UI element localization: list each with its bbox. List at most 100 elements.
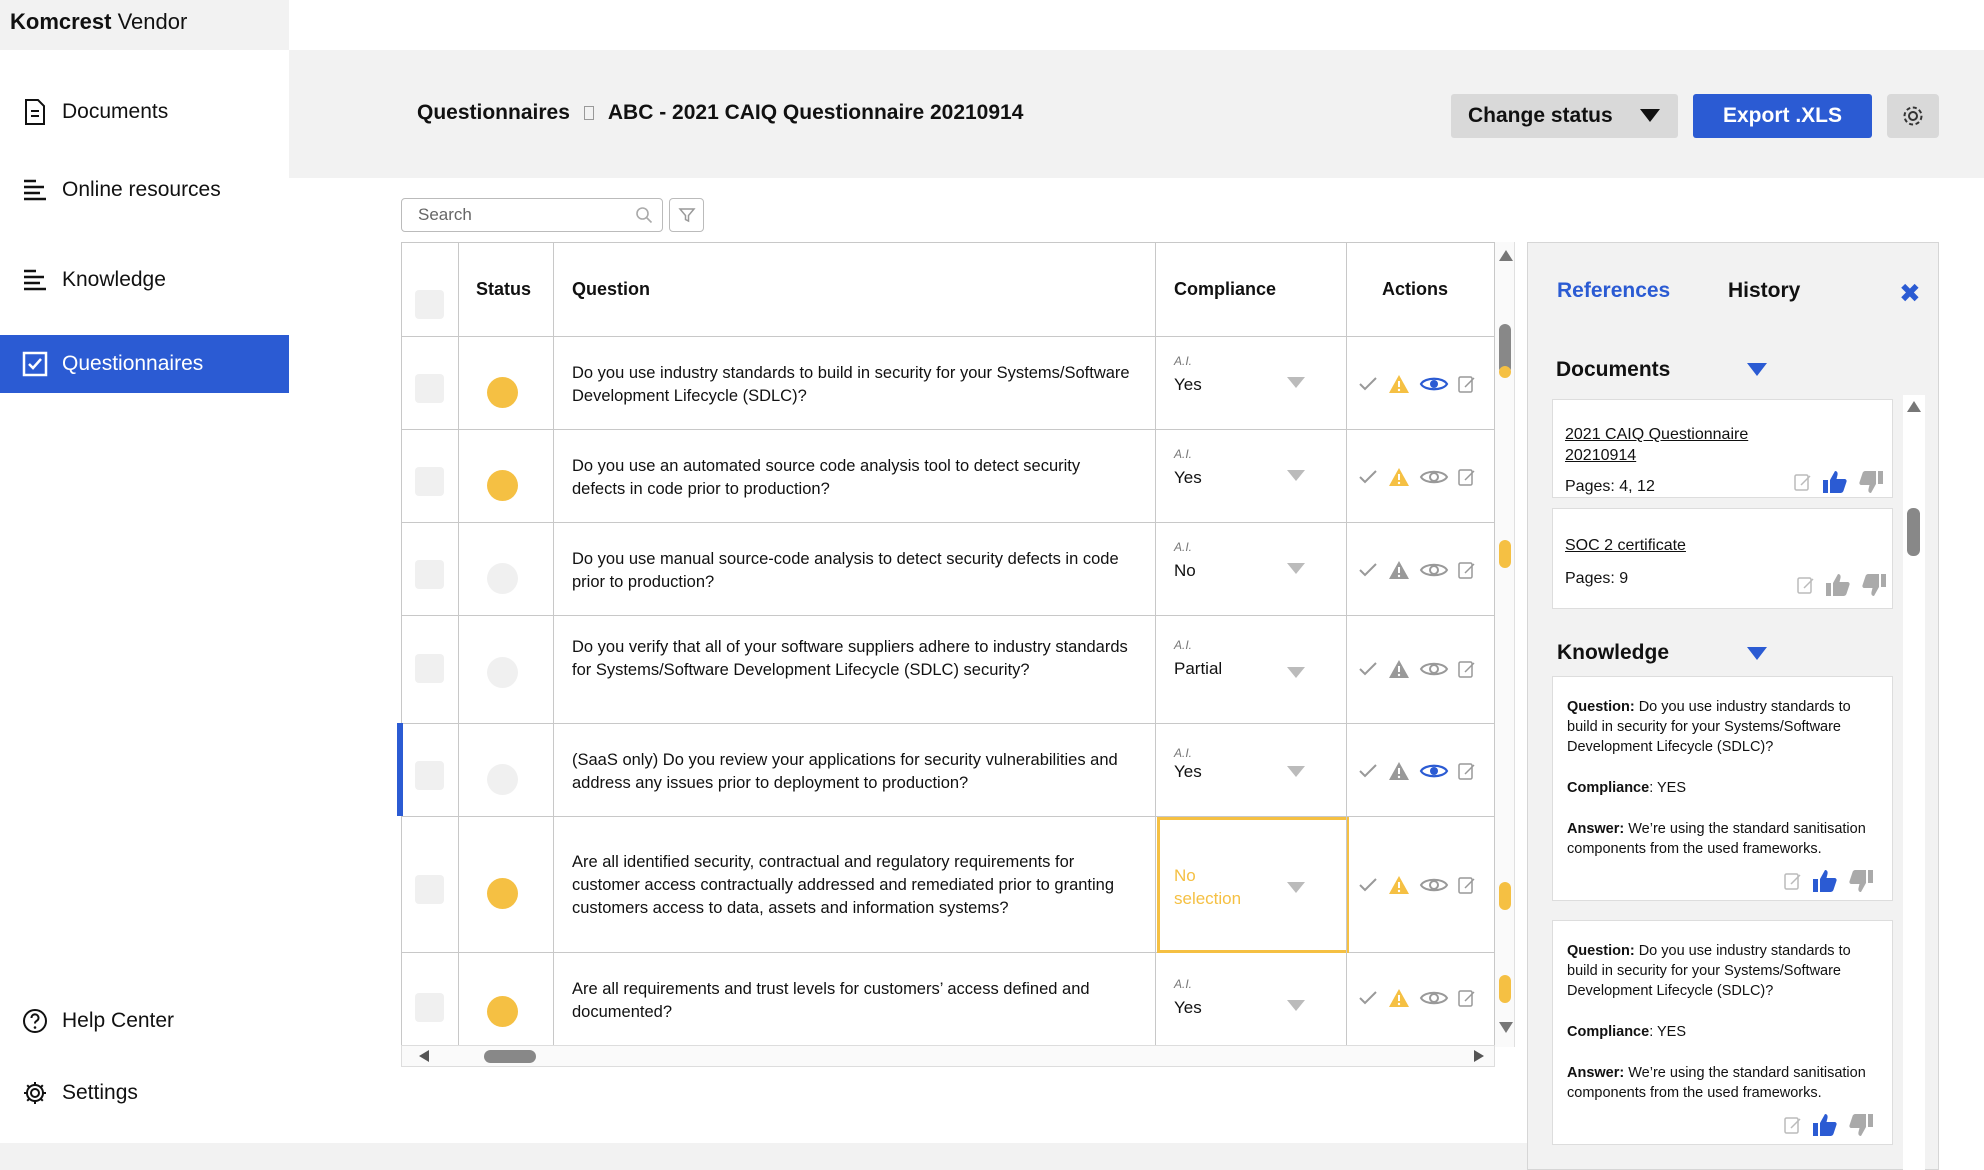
- scroll-up-arrow-icon[interactable]: [1499, 250, 1513, 261]
- close-icon[interactable]: ✖: [1899, 280, 1921, 306]
- edit-icon[interactable]: [1457, 658, 1477, 680]
- scrollbar-thumb[interactable]: [1907, 508, 1920, 556]
- scroll-down-arrow-icon[interactable]: [1499, 1022, 1513, 1033]
- export-xls-button[interactable]: Export .XLS: [1693, 94, 1872, 138]
- edit-icon[interactable]: [1783, 1114, 1803, 1136]
- change-status-button[interactable]: Change status: [1451, 94, 1678, 138]
- tab-references[interactable]: References: [1557, 279, 1670, 303]
- row-checkbox[interactable]: [415, 374, 444, 403]
- edit-icon[interactable]: [1457, 760, 1477, 782]
- sidebar-item-knowledge[interactable]: Knowledge: [0, 251, 289, 309]
- check-icon[interactable]: [1357, 987, 1379, 1009]
- knowledge-card[interactable]: Question: Do you use industry standards …: [1552, 676, 1893, 901]
- column-header-compliance[interactable]: Compliance: [1174, 279, 1276, 300]
- check-icon[interactable]: [1357, 760, 1379, 782]
- thumbs-down-icon[interactable]: [1847, 868, 1875, 894]
- sidebar-item-settings[interactable]: Settings: [0, 1064, 289, 1122]
- thumbs-down-icon[interactable]: [1860, 572, 1888, 598]
- check-icon[interactable]: [1357, 658, 1379, 680]
- document-link[interactable]: 2021 CAIQ Questionnaire 20210914: [1565, 424, 1785, 466]
- check-icon[interactable]: [1357, 559, 1379, 581]
- edit-icon[interactable]: [1457, 373, 1477, 395]
- edit-icon[interactable]: [1457, 987, 1477, 1009]
- warning-icon[interactable]: [1387, 559, 1411, 581]
- table-vertical-scrollbar[interactable]: [1495, 242, 1515, 1047]
- compliance-value[interactable]: Yes: [1174, 998, 1202, 1018]
- filter-button[interactable]: [669, 198, 704, 232]
- scroll-right-arrow-icon[interactable]: [1474, 1050, 1484, 1062]
- thumbs-down-icon[interactable]: [1857, 469, 1885, 495]
- thumbs-up-icon[interactable]: [1824, 572, 1852, 598]
- scrollbar-thumb[interactable]: [484, 1050, 536, 1063]
- row-checkbox[interactable]: [415, 875, 444, 904]
- eye-icon[interactable]: [1419, 466, 1449, 488]
- table-row[interactable]: Are all identified security, contractual…: [402, 817, 1494, 953]
- select-all-checkbox[interactable]: [415, 290, 444, 319]
- warning-icon[interactable]: [1387, 658, 1411, 680]
- sidebar-item-online-resources[interactable]: Online resources: [0, 161, 289, 219]
- search-input[interactable]: [402, 199, 602, 231]
- settings-button[interactable]: [1887, 94, 1939, 138]
- warning-icon[interactable]: [1387, 466, 1411, 488]
- compliance-dropdown-icon[interactable]: [1287, 470, 1305, 481]
- eye-icon[interactable]: [1419, 559, 1449, 581]
- table-row[interactable]: (SaaS only) Do you review your applicati…: [402, 724, 1494, 817]
- compliance-value[interactable]: No: [1174, 561, 1196, 581]
- compliance-dropdown-icon[interactable]: [1287, 667, 1305, 678]
- compliance-dropdown-icon[interactable]: [1287, 563, 1305, 574]
- compliance-value[interactable]: Yes: [1174, 375, 1202, 395]
- reference-document-card[interactable]: 2021 CAIQ Questionnaire 20210914 Pages: …: [1552, 399, 1893, 498]
- reference-document-card[interactable]: SOC 2 certificate Pages: 9: [1552, 508, 1893, 609]
- tab-history[interactable]: History: [1728, 279, 1800, 303]
- edit-icon[interactable]: [1457, 559, 1477, 581]
- eye-icon[interactable]: [1419, 658, 1449, 680]
- search-box[interactable]: [401, 198, 663, 232]
- thumbs-up-icon[interactable]: [1821, 469, 1849, 495]
- compliance-value[interactable]: Yes: [1174, 468, 1202, 488]
- row-checkbox[interactable]: [415, 467, 444, 496]
- panel-scrollbar[interactable]: [1903, 395, 1925, 1170]
- compliance-dropdown-icon[interactable]: [1287, 377, 1305, 388]
- document-link[interactable]: SOC 2 certificate: [1565, 535, 1785, 556]
- sidebar-item-documents[interactable]: Documents: [0, 83, 289, 141]
- edit-icon[interactable]: [1793, 471, 1813, 493]
- warning-icon[interactable]: [1387, 874, 1411, 896]
- compliance-dropdown-icon[interactable]: [1287, 1000, 1305, 1011]
- row-checkbox[interactable]: [415, 761, 444, 790]
- table-row[interactable]: Are all requirements and trust levels fo…: [402, 953, 1494, 1046]
- warning-icon[interactable]: [1387, 987, 1411, 1009]
- eye-icon[interactable]: [1419, 760, 1449, 782]
- scroll-left-arrow-icon[interactable]: [419, 1050, 429, 1062]
- check-icon[interactable]: [1357, 466, 1379, 488]
- thumbs-up-icon[interactable]: [1811, 868, 1839, 894]
- edit-icon[interactable]: [1783, 870, 1803, 892]
- eye-icon[interactable]: [1419, 373, 1449, 395]
- knowledge-card[interactable]: Question: Do you use industry standards …: [1552, 920, 1893, 1145]
- table-row[interactable]: Do you use an automated source code anal…: [402, 430, 1494, 523]
- row-checkbox[interactable]: [415, 993, 444, 1022]
- compliance-dropdown-icon[interactable]: [1287, 882, 1305, 893]
- check-icon[interactable]: [1357, 373, 1379, 395]
- column-header-question[interactable]: Question: [572, 279, 650, 300]
- warning-icon[interactable]: [1387, 760, 1411, 782]
- scroll-up-arrow-icon[interactable]: [1907, 401, 1921, 412]
- check-icon[interactable]: [1357, 874, 1379, 896]
- table-horizontal-scrollbar[interactable]: [401, 1045, 1495, 1067]
- compliance-value[interactable]: Yes: [1174, 762, 1202, 782]
- thumbs-down-icon[interactable]: [1847, 1112, 1875, 1138]
- column-header-actions[interactable]: Actions: [1382, 279, 1448, 300]
- eye-icon[interactable]: [1419, 874, 1449, 896]
- table-row[interactable]: Do you use manual source-code analysis t…: [402, 523, 1494, 616]
- documents-collapse-icon[interactable]: [1747, 363, 1767, 376]
- edit-icon[interactable]: [1457, 874, 1477, 896]
- sidebar-item-help-center[interactable]: Help Center: [0, 992, 289, 1050]
- row-checkbox[interactable]: [415, 654, 444, 683]
- breadcrumb-root[interactable]: Questionnaires: [417, 101, 570, 125]
- warning-icon[interactable]: [1387, 373, 1411, 395]
- sidebar-item-questionnaires[interactable]: Questionnaires: [0, 335, 289, 393]
- table-row[interactable]: Do you verify that all of your software …: [402, 616, 1494, 724]
- knowledge-collapse-icon[interactable]: [1747, 647, 1767, 660]
- thumbs-up-icon[interactable]: [1811, 1112, 1839, 1138]
- row-checkbox[interactable]: [415, 560, 444, 589]
- column-header-status[interactable]: Status: [476, 279, 531, 300]
